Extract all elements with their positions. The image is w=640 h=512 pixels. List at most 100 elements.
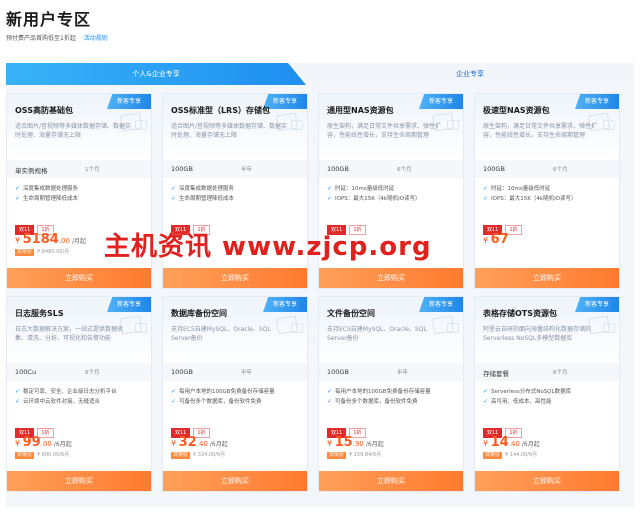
card-title: OSS标准型（LRS）存储包 [171,106,270,115]
feature-item: ✓ IOPS：最大15K（4k随机IO读写） [483,194,613,204]
feature-text: 可备份多个数据库，备份软件免费 [179,399,262,405]
price-decimal: .40 [508,440,520,448]
price: ¥ 5184.00/月起 [15,228,86,247]
original-price-value: ¥ 144.00/6月 [505,452,538,458]
spec-value: 存储套餐 [483,370,509,378]
currency-symbol: ¥ [483,439,491,448]
daily-price-pill: 日常价 [15,452,35,459]
cube-decoration-small-icon [135,120,147,130]
spec-selector[interactable]: 单实例规格 1个月 [7,160,151,178]
feature-text: IOPS：最大15K（4k随机IO读写） [335,196,421,202]
tab-personal-enterprise[interactable]: 个人&企业专享 [6,63,306,85]
buy-now-button[interactable]: 立即购买 [163,471,307,491]
check-icon: ✓ [15,185,21,192]
feature-item: ✓ 深度集成数据处理服务 [171,184,301,194]
product-card[interactable]: 新客专享 数据库备份空间 支持ECS自建MySQL、Oracle、SQL Serve… [162,296,308,492]
duration-value: 半年 [241,370,253,376]
buy-now-button[interactable]: 立即购买 [475,471,619,491]
spec-selector[interactable]: 100GB 半年 [163,160,307,178]
feature-text: 高可用、低成本、高性能 [491,399,552,405]
feature-item: ✓ 每用户本地的100GB免费备份存储容量 [327,387,457,397]
price-integer: 15 [334,435,353,450]
check-icon: ✓ [483,195,489,202]
spec-value: 100GB [171,165,193,173]
price-integer: 14 [490,435,509,450]
feature-list: ✓ 每用户本地的100GB免费备份存储容量 ✓ 可备份多个数据库，备份软件免费 [327,387,457,407]
buy-now-button[interactable]: 立即购买 [163,268,307,288]
daily-price-pill: 日常价 [15,249,35,256]
product-card[interactable]: 新客专享 OSS标准型（LRS）存储包 适合图片/音视频等多媒体数据存储、数据实时处… [162,93,308,289]
spec-selector[interactable]: 100GB 6个月 [319,160,463,178]
buy-now-button[interactable]: 立即购买 [7,471,151,491]
card-description: 适合图片/音视频等多媒体数据存储、数据实时处理、海量存储无上限 [171,123,288,139]
original-price-value: ¥ 324.00/6月 [193,452,226,458]
price-decimal: .00 [58,237,70,245]
spec-value: 100GB [483,165,505,173]
spec-selector[interactable]: 存储套餐 6个月 [475,363,619,381]
buy-now-button[interactable]: 立即购买 [319,268,463,288]
currency-symbol: ¥ [15,439,23,448]
spec-selector[interactable]: 100GB 半年 [163,363,307,381]
feature-item: ✓ 稳定可靠、安全、企业级日志分析平台 [15,387,145,397]
feature-text: 时延：10ms量级低时延 [491,186,551,192]
price-unit: /6月起 [521,441,540,448]
price-decimal: .40 [196,440,208,448]
card-title: 数据库备份空间 [171,309,227,318]
feature-text: 生命周期管理降低成本 [23,196,79,202]
spec-selector[interactable]: 100Cu 6个月 [7,363,151,381]
cube-decoration-small-icon [603,323,615,333]
promo-tag: 双11 [171,225,191,235]
feature-item: ✓ 高可用、低成本、高性能 [483,397,613,407]
card-description: 阿里云自研的面向海量结构化数据存储的Serverless NoSQL多模型数据库 [483,326,592,342]
product-card[interactable]: 新客专享 OSS高防基础包 适合图片/音视频等多媒体数据存储、数据实时处理、海量存储… [6,93,152,289]
original-price: 日常价 ¥ 159.84/6月 [327,451,381,459]
price-unit: /月起 [71,238,86,245]
duration-value: 6个月 [397,167,412,173]
tab-enterprise[interactable]: 企业专享 [306,63,634,85]
feature-text: 可备份多个数据库，备份软件免费 [335,399,418,405]
spec-value: 单实例规格 [15,167,48,175]
check-icon: ✓ [327,185,333,192]
product-card[interactable]: 新客专享 文件备份空间 支持ECS自建MySQL、Oracle、SQL Server… [318,296,464,492]
price-integer: 67 [490,232,509,247]
card-title: 极速型NAS资源包 [483,106,550,115]
buy-now-button[interactable]: 立即购买 [475,268,619,288]
card-title: OSS高防基础包 [15,106,73,115]
feature-item: ✓ 深度集成数据处理服务 [15,184,145,194]
duration-value: 半年 [397,370,409,376]
price: ¥ 14.40/6月起 [483,431,540,450]
price-unit: /6月起 [209,441,228,448]
original-price-value: ¥ 600.00/6月 [37,452,70,458]
card-title: 通用型NAS资源包 [327,106,394,115]
feature-text: 时延：10ms量级低时延 [335,186,395,192]
original-price: 日常价 ¥ 324.00/6月 [171,451,225,459]
duration-value: 1个月 [85,167,100,173]
daily-price-pill: 日常价 [483,452,503,459]
cube-decoration-small-icon [291,323,303,333]
check-icon: ✓ [171,388,177,395]
buy-now-button[interactable]: 立即购买 [319,471,463,491]
currency-symbol: ¥ [15,236,23,245]
buy-now-button[interactable]: 立即购买 [7,268,151,288]
feature-item: ✓ Serverless分布式NoSQL数据库 [483,387,613,397]
card-description: 支持ECS自建MySQL、Oracle、SQL Server备份 [327,326,427,342]
product-card[interactable]: 新客专享 日志服务SLS 日志大数据解决方案，一站式提供数据收集、清洗、分析、可视化… [6,296,152,492]
original-price-value: ¥ 159.84/6月 [349,452,382,458]
promo-tags: 双11 1折 [327,216,369,235]
feature-text: 云环境中云软件对接，无缝适合 [23,399,101,405]
promo-tag: 双11 [327,225,347,235]
product-card[interactable]: 新客专享 通用型NAS资源包 原生架构，满足日常文件共享需求，弹性扩容，性能线性增长… [318,93,464,289]
duration-value: 半年 [241,167,253,173]
rules-link[interactable]: 活动规则 [84,35,108,42]
card-title: 表格存储OTS资源包 [483,309,558,318]
product-card[interactable]: 新客专享 极速型NAS资源包 原生架构，满足日常文件共享需求，弹性扩容，性能线性增长… [474,93,620,289]
product-card[interactable]: 新客专享 表格存储OTS资源包 阿里云自研的面向海量结构化数据存储的Serverle… [474,296,620,492]
spec-selector[interactable]: 100GB 半年 [319,363,463,381]
card-title: 日志服务SLS [15,309,64,318]
cube-decoration-small-icon [447,120,459,130]
feature-list: ✓ 深度集成数据处理服务 ✓ 生命周期管理降低成本 [15,184,145,204]
spec-selector[interactable]: 100GB 6个月 [475,160,619,178]
spec-value: 100Cu [15,368,37,376]
spec-value: 100GB [327,165,349,173]
price-unit: /6月起 [365,441,384,448]
